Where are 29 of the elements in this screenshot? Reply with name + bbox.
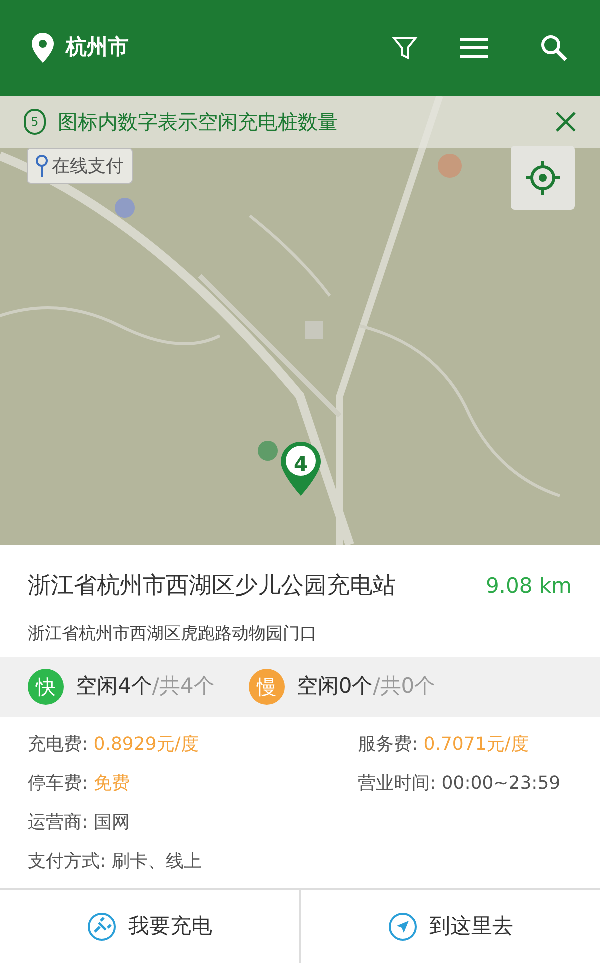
- charger-type-badge: 慢: [248, 669, 285, 705]
- crosshair-icon: [525, 160, 561, 196]
- charger-availability: 空闲4个/共4个: [76, 673, 215, 700]
- detail-text: 运营商: 国网: [28, 811, 131, 835]
- charger-availability: 空闲0个/共0个: [296, 673, 436, 700]
- locate-button[interactable]: [511, 146, 575, 210]
- location-pin-icon[interactable]: [32, 33, 54, 63]
- station-address: 浙江省杭州市西湖区虎跑路动物园门口: [27, 622, 318, 646]
- menu-icon[interactable]: [460, 37, 488, 59]
- detail-text: 支付方式: 刷卡、线上: [28, 850, 203, 874]
- pin-icon: [36, 154, 48, 178]
- close-icon[interactable]: [556, 112, 576, 132]
- charge-button[interactable]: 我要充电: [0, 890, 299, 963]
- distance-text: 9.08 km: [486, 572, 572, 600]
- plug-icon: [86, 912, 116, 942]
- notice-text: 图标内数字表示空闲充电桩数量: [58, 109, 338, 136]
- station-name: 浙江省杭州市西湖区少儿公园充电站: [28, 572, 396, 601]
- city-selector[interactable]: 杭州市: [66, 32, 129, 64]
- charger-type-badge: 快: [28, 669, 64, 705]
- detail-text: 服务费: 0.7071元/度: [358, 733, 530, 757]
- online-pay-button[interactable]: 在线支付: [27, 148, 133, 184]
- filter-icon[interactable]: [392, 35, 418, 61]
- detail-text: 停车费: 免费: [28, 772, 131, 796]
- detail-text: 充电费: 0.8929元/度: [28, 733, 200, 757]
- station-marker[interactable]: 4: [281, 442, 321, 496]
- navigate-button[interactable]: 到这里去: [299, 890, 600, 963]
- search-icon[interactable]: [540, 34, 568, 62]
- detail-text: 营业时间: 00:00~23:59: [358, 772, 562, 796]
- number-pin-icon: 5: [24, 109, 46, 135]
